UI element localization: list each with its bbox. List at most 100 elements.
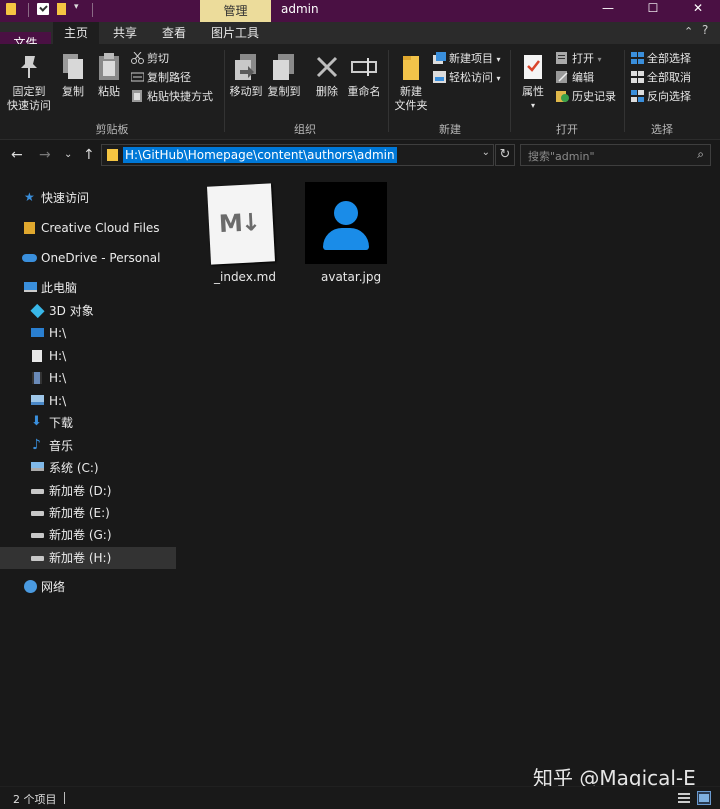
paste-button[interactable]: 粘贴 [94,52,124,99]
markdown-logo: M↓ [218,208,260,239]
file-name[interactable]: avatar.jpg [321,270,381,284]
divider [28,3,29,17]
folder-icon [6,3,16,15]
new-item-button[interactable]: 新建项目 ▾ [433,51,501,67]
minimize-button[interactable]: — [585,0,631,22]
sidebar-item-drive-d[interactable]: 新加卷 (D:) [0,480,176,502]
file-item[interactable] [305,182,387,264]
music-note-icon: ♪ [32,437,41,453]
pin-label-1: 固定到 [12,85,46,98]
back-arrow-icon[interactable]: ← [11,147,23,163]
tab-picture-tools[interactable]: 图片工具 [205,22,265,44]
window-title: admin [281,2,319,16]
sidebar-item-quick-access[interactable]: ★ 快速访问 [0,187,176,209]
sidebar-item-drive-g[interactable]: 新加卷 (G:) [0,524,176,546]
sidebar-item-h-drive[interactable]: H:\ [0,367,176,389]
sidebar-item-label: Creative Cloud Files [41,221,160,235]
copy-label: 复制 [62,85,84,98]
easy-access-icon [433,71,446,83]
move-to-button[interactable]: 移动到 [228,52,264,99]
collapse-ribbon-icon[interactable]: ⌃ [684,25,693,38]
copy-button[interactable]: 复制 [58,52,88,99]
delete-x-icon [313,52,341,82]
chevron-down-icon: ▾ [530,101,535,110]
large-icons-view-icon[interactable] [697,791,711,805]
rename-button[interactable]: 重命名 [345,52,383,99]
sidebar-item-drive-h[interactable]: 新加卷 (H:) [0,547,176,569]
select-all-button[interactable]: 全部选择 [631,51,691,67]
address-bar[interactable]: H:\GitHub\Homepage\content\authors\admin… [101,144,494,166]
divider [224,50,225,132]
properties-label: 属性 [522,85,544,98]
invert-selection-label: 反向选择 [647,90,691,103]
tab-share[interactable]: 共享 [104,22,146,44]
paste-shortcut-label: 粘贴快捷方式 [147,90,213,103]
maximize-button[interactable]: ☐ [630,0,676,22]
file-name[interactable]: _index.md [214,270,276,284]
easy-access-button[interactable]: 轻松访问 ▾ [433,70,501,86]
ribbon: 固定到 快速访问 复制 粘贴 剪切 复制路径 粘贴快捷方式 剪贴板 移动到 复制… [0,44,720,140]
sidebar-item-drive-e[interactable]: 新加卷 (E:) [0,502,176,524]
paste-shortcut-button[interactable]: 粘贴快捷方式 [131,89,213,105]
pin-quick-access-button[interactable]: 固定到 快速访问 [6,52,52,113]
forward-arrow-icon[interactable]: → [39,147,51,163]
desktop-icon [31,328,44,337]
cube-icon [30,303,45,319]
sidebar-item-this-pc[interactable]: 此电脑 [0,277,176,299]
search-placeholder: 搜索"admin" [528,150,595,163]
sidebar-item-3d-objects[interactable]: 3D 对象 [0,300,176,322]
address-dropdown-icon[interactable]: ⌄ [482,147,490,158]
history-button[interactable]: 历史记录 [556,89,616,105]
sidebar-item-onedrive[interactable]: OneDrive - Personal [0,247,176,269]
divider [64,792,65,804]
navigation-pane: ★ 快速访问 Creative Cloud Files OneDrive - P… [0,171,178,786]
open-icon [556,52,569,64]
up-arrow-icon[interactable]: ↑ [83,147,95,163]
network-icon [24,580,37,593]
invert-selection-button[interactable]: 反向选择 [631,89,691,105]
search-icon: ⌕ [697,147,704,161]
sidebar-item-creative-cloud[interactable]: Creative Cloud Files [0,217,176,239]
select-none-button[interactable]: 全部取消 [631,70,691,86]
select-all-icon [631,52,644,64]
details-view-icon[interactable] [677,791,691,805]
tab-home[interactable]: 主页 [53,22,99,44]
sidebar-item-music[interactable]: ♪ 音乐 [0,435,176,457]
copy-to-button[interactable]: 复制到 [266,52,302,99]
properties-button[interactable]: 属性 ▾ [516,52,550,113]
search-box[interactable]: 搜索"admin" ⌕ [520,144,711,166]
scissors-icon [131,51,144,64]
address-path[interactable]: H:\GitHub\Homepage\content\authors\admin [123,147,397,163]
rename-label: 重命名 [347,85,381,98]
sidebar-item-downloads[interactable]: ⬇ 下载 [0,412,176,434]
edit-icon [556,71,569,83]
picture-icon [31,395,44,405]
properties-quick-icon[interactable] [37,3,49,15]
cut-button[interactable]: 剪切 [131,51,169,67]
copy-path-button[interactable]: 复制路径 [130,70,191,86]
tab-manage[interactable]: 管理 [200,0,271,22]
delete-button[interactable]: 删除 [312,52,342,99]
new-folder-button[interactable]: 新建 文件夹 [393,52,429,113]
tab-view[interactable]: 查看 [152,22,196,44]
file-item[interactable]: M↓ [205,181,277,269]
open-button[interactable]: 打开 ▾ [556,51,602,67]
hard-drive-icon [31,511,44,516]
sidebar-item-h-drive[interactable]: H:\ [0,345,176,367]
copy-to-label: 复制到 [267,85,301,98]
refresh-button[interactable]: ↻ [495,144,515,166]
quick-access-dropdown-icon[interactable]: ▾ [74,2,79,16]
sidebar-item-h-drive[interactable]: H:\ [0,390,176,412]
history-label: 历史记录 [572,90,616,103]
close-button[interactable]: ✕ [675,0,720,22]
sidebar-item-label: H:\ [49,349,67,363]
divider [92,3,93,17]
cloud-icon [22,254,37,262]
help-icon[interactable]: ? [702,23,708,37]
recent-locations-chevron-icon[interactable]: ⌄ [64,149,72,160]
sidebar-item-h-drive[interactable]: H:\ [0,322,176,344]
new-folder-quick-icon[interactable] [57,3,66,15]
sidebar-item-drive-c[interactable]: 系统 (C:) [0,457,176,479]
edit-button[interactable]: 编辑 [556,70,594,86]
sidebar-item-network[interactable]: 网络 [0,576,176,598]
